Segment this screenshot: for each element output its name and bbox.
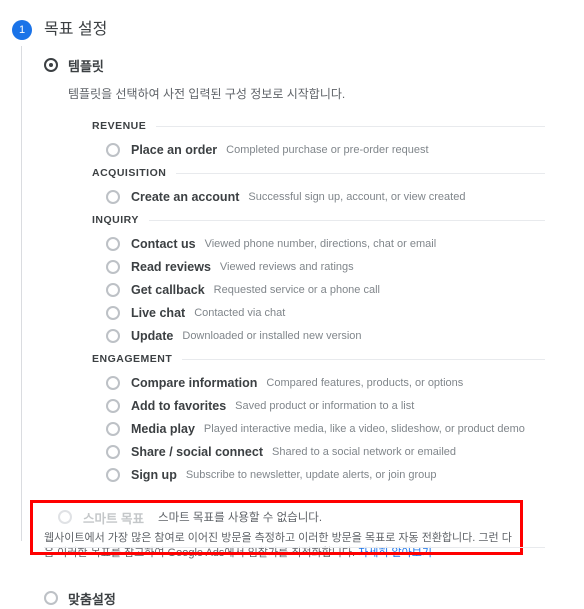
group-header: INQUIRY [92, 212, 584, 228]
page-title: 목표 설정 [44, 21, 108, 38]
group-divider [176, 172, 545, 174]
group-divider [148, 219, 545, 221]
template-groups: REVENUE Place an order Completed purchas… [92, 118, 584, 486]
option-description: Successful sign up, account, or view cre… [248, 190, 466, 203]
radio-custom-icon[interactable] [44, 591, 58, 605]
step-number-badge: 1 [12, 20, 32, 40]
radio-media-play-icon[interactable] [106, 421, 120, 436]
list-item[interactable]: Live chat Contacted via chat [92, 301, 584, 324]
list-item[interactable]: Get callback Requested service or a phon… [92, 278, 584, 301]
smart-goal-status: 스마트 목표를 사용할 수 없습니다. [157, 512, 323, 524]
radio-add-to-favorites-icon[interactable] [106, 398, 120, 413]
step-body: 템플릿 템플릿을 선택하여 사전 입력된 구성 정보로 시작합니다. REVEN… [0, 48, 584, 609]
option-label: Create an account [131, 189, 240, 204]
group-revenue: REVENUE Place an order Completed purchas… [92, 118, 584, 161]
radio-option-template[interactable]: 템플릿 [44, 54, 584, 76]
option-description: Viewed phone number, directions, chat or… [204, 237, 437, 250]
group-acquisition: ACQUISITION Create an account Successful… [92, 165, 584, 208]
option-label: Live chat [131, 305, 186, 320]
radio-update-icon[interactable] [106, 328, 120, 343]
group-inquiry: INQUIRY Contact us Viewed phone number, … [92, 212, 584, 347]
radio-sign-up-icon[interactable] [106, 467, 120, 482]
radio-compare-information-icon[interactable] [106, 375, 120, 390]
radio-read-reviews-icon[interactable] [106, 259, 120, 274]
section-bottom-divider [44, 547, 545, 548]
smart-goal-description-text: 웹사이트에서 가장 많은 참여로 이어진 방문을 측정하고 이러한 방문을 목표… [44, 532, 512, 559]
step-header: 1 목표 설정 [0, 18, 584, 48]
group-title: ENGAGEMENT [92, 353, 173, 365]
radio-share-social-connect-icon[interactable] [106, 444, 120, 459]
list-item[interactable]: Share / social connect Shared to a socia… [92, 440, 584, 463]
radio-contact-us-icon[interactable] [106, 236, 120, 251]
group-title: REVENUE [92, 120, 147, 132]
group-divider [156, 125, 545, 127]
step-connector-line [21, 46, 22, 541]
radio-template-icon[interactable] [44, 58, 58, 72]
option-label: Contact us [131, 236, 196, 251]
list-item[interactable]: Create an account Successful sign up, ac… [92, 185, 584, 208]
list-item[interactable]: Place an order Completed purchase or pre… [92, 138, 584, 161]
option-description: Viewed reviews and ratings [219, 260, 354, 273]
list-item[interactable]: Media play Played interactive media, lik… [92, 417, 584, 440]
smart-goal-description: 웹사이트에서 가장 많은 참여로 이어진 방문을 측정하고 이러한 방문을 목표… [44, 531, 514, 561]
radio-option-smart-goal: 스마트 목표 스마트 목표를 사용할 수 없습니다. [44, 508, 584, 526]
option-label: Update [131, 328, 174, 343]
group-header: ACQUISITION [92, 165, 584, 181]
list-item[interactable]: Read reviews Viewed reviews and ratings [92, 255, 584, 278]
radio-create-an-account-icon[interactable] [106, 189, 120, 204]
option-label: Place an order [131, 142, 218, 157]
list-item[interactable]: Compare information Compared features, p… [92, 371, 584, 394]
group-title: ACQUISITION [92, 167, 167, 179]
radio-live-chat-icon[interactable] [106, 305, 120, 320]
option-description: Completed purchase or pre-order request [226, 143, 429, 156]
option-label: Get callback [131, 282, 205, 297]
option-label: Read reviews [131, 259, 211, 274]
radio-custom-label: 맞춤설정 [68, 591, 116, 607]
radio-smart-goal-icon [58, 510, 72, 524]
group-title: INQUIRY [92, 214, 139, 226]
option-description: Played interactive media, like a video, … [203, 422, 525, 435]
radio-option-custom[interactable]: 맞춤설정 [44, 587, 584, 609]
option-description: Saved product or information to a list [235, 399, 415, 412]
list-item[interactable]: Update Downloaded or installed new versi… [92, 324, 584, 347]
goal-setup-panel: 1 목표 설정 템플릿 템플릿을 선택하여 사전 입력된 구성 정보로 시작합니… [0, 0, 584, 607]
list-item[interactable]: Add to favorites Saved product or inform… [92, 394, 584, 417]
learn-more-link[interactable]: 자세히 알아보기 [358, 547, 432, 559]
option-label: Media play [131, 421, 195, 436]
radio-get-callback-icon[interactable] [106, 282, 120, 297]
option-description: Requested service or a phone call [213, 283, 380, 296]
option-description: Compared features, products, or options [266, 376, 464, 389]
option-label: Add to favorites [131, 398, 227, 413]
list-item[interactable]: Contact us Viewed phone number, directio… [92, 232, 584, 255]
option-label: Compare information [131, 375, 258, 390]
option-description: Contacted via chat [194, 306, 286, 319]
smart-goal-section: 스마트 목표 스마트 목표를 사용할 수 없습니다. 웹사이트에서 가장 많은 … [30, 500, 584, 567]
smart-goal-label: 스마트 목표 [83, 511, 144, 526]
group-engagement: ENGAGEMENT Compare information Compared … [92, 351, 584, 486]
list-item[interactable]: Sign up Subscribe to newsletter, update … [92, 463, 584, 486]
option-description: Shared to a social network or emailed [272, 445, 457, 458]
option-label: Share / social connect [131, 444, 263, 459]
template-helper-text: 템플릿을 선택하여 사전 입력된 구성 정보로 시작합니다. [68, 87, 346, 101]
group-divider [182, 358, 545, 360]
option-label: Sign up [131, 467, 177, 482]
radio-template-label: 템플릿 [68, 58, 104, 74]
group-header: REVENUE [92, 118, 584, 134]
group-header: ENGAGEMENT [92, 351, 584, 367]
option-description: Downloaded or installed new version [182, 329, 362, 342]
option-description: Subscribe to newsletter, update alerts, … [185, 468, 437, 481]
radio-place-an-order-icon[interactable] [106, 142, 120, 157]
